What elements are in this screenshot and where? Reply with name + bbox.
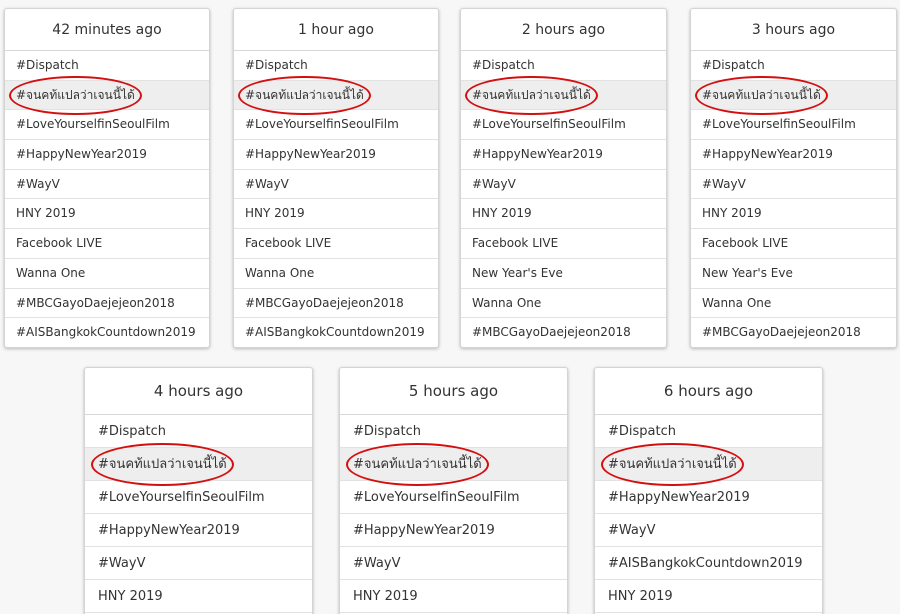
trend-item[interactable]: HNY 2019 bbox=[85, 580, 312, 613]
trend-item[interactable]: #Dispatch bbox=[234, 51, 438, 81]
trend-item[interactable]: New Year's Eve bbox=[691, 259, 896, 289]
panel-time-header: 42 minutes ago bbox=[5, 9, 209, 51]
trend-item[interactable]: #HappyNewYear2019 bbox=[595, 481, 822, 514]
trend-item[interactable]: #WayV bbox=[85, 547, 312, 580]
trend-panel: 4 hours ago #Dispatch #จนคท้แปลว่าเจนนี้… bbox=[84, 367, 313, 614]
trend-item[interactable]: Facebook LIVE bbox=[5, 229, 209, 259]
panel-time-header: 2 hours ago bbox=[461, 9, 666, 51]
trend-panel: 2 hours ago #Dispatch #จนคท้แปลว่าเจนนี้… bbox=[460, 8, 667, 348]
trend-item[interactable]: #WayV bbox=[234, 170, 438, 200]
trend-item[interactable]: #WayV bbox=[340, 547, 567, 580]
trend-item[interactable]: #HappyNewYear2019 bbox=[461, 140, 666, 170]
trend-item[interactable]: #HappyNewYear2019 bbox=[691, 140, 896, 170]
trend-item[interactable]: HNY 2019 bbox=[5, 199, 209, 230]
trend-item[interactable]: #HappyNewYear2019 bbox=[234, 140, 438, 170]
trend-item[interactable]: #MBCGayoDaejejeon2018 bbox=[691, 318, 896, 347]
trend-item[interactable]: #Dispatch bbox=[691, 51, 896, 81]
trend-item[interactable]: #MBCGayoDaejejeon2018 bbox=[5, 289, 209, 319]
trend-item[interactable]: HNY 2019 bbox=[595, 580, 822, 613]
trend-item[interactable]: #LoveYourselfinSeoulFilm bbox=[691, 110, 896, 141]
trend-item[interactable]: HNY 2019 bbox=[691, 199, 896, 230]
trend-panel: 5 hours ago #Dispatch #จนคท้แปลว่าเจนนี้… bbox=[339, 367, 568, 614]
trends-history-grid: 42 minutes ago #Dispatch #จนคท้แปลว่าเจน… bbox=[0, 0, 900, 614]
trend-item[interactable]: #LoveYourselfinSeoulFilm bbox=[461, 110, 666, 141]
trend-item[interactable]: #AISBangkokCountdown2019 bbox=[234, 318, 438, 347]
trend-item[interactable]: New Year's Eve bbox=[461, 259, 666, 289]
trend-item[interactable]: #WayV bbox=[595, 514, 822, 547]
trend-item[interactable]: #LoveYourselfinSeoulFilm bbox=[340, 481, 567, 514]
trend-item[interactable]: #MBCGayoDaejejeon2018 bbox=[461, 318, 666, 347]
trend-item-highlighted[interactable]: #จนคท้แปลว่าเจนนี้ได้ bbox=[461, 75, 666, 116]
trend-item[interactable]: #LoveYourselfinSeoulFilm bbox=[234, 110, 438, 141]
trend-item-highlighted[interactable]: #จนคท้แปลว่าเจนนี้ได้ bbox=[595, 443, 822, 486]
trend-item[interactable]: #Dispatch bbox=[595, 415, 822, 448]
trend-item[interactable]: Facebook LIVE bbox=[234, 229, 438, 259]
trend-item[interactable]: #HappyNewYear2019 bbox=[340, 514, 567, 547]
trend-item-highlighted[interactable]: #จนคท้แปลว่าเจนนี้ได้ bbox=[340, 443, 567, 486]
trend-item[interactable]: Wanna One bbox=[5, 259, 209, 289]
trend-item[interactable]: #HappyNewYear2019 bbox=[85, 514, 312, 547]
panel-time-header: 4 hours ago bbox=[85, 368, 312, 415]
trend-item[interactable]: HNY 2019 bbox=[234, 199, 438, 230]
trend-item[interactable]: Wanna One bbox=[691, 289, 896, 319]
trend-item[interactable]: #LoveYourselfinSeoulFilm bbox=[5, 110, 209, 141]
trend-item[interactable]: #WayV bbox=[691, 170, 896, 200]
trend-item[interactable]: Wanna One bbox=[234, 259, 438, 289]
trend-item[interactable]: Facebook LIVE bbox=[691, 229, 896, 259]
trend-panel: 3 hours ago #Dispatch #จนคท้แปลว่าเจนนี้… bbox=[690, 8, 897, 348]
trend-panel: 1 hour ago #Dispatch #จนคท้แปลว่าเจนนี้ไ… bbox=[233, 8, 439, 348]
trend-panel: 42 minutes ago #Dispatch #จนคท้แปลว่าเจน… bbox=[4, 8, 210, 348]
trend-item-highlighted[interactable]: #จนคท้แปลว่าเจนนี้ได้ bbox=[5, 75, 209, 116]
trend-item[interactable]: #LoveYourselfinSeoulFilm bbox=[85, 481, 312, 514]
panel-time-header: 6 hours ago bbox=[595, 368, 822, 415]
trend-item[interactable]: #Dispatch bbox=[340, 415, 567, 448]
trend-item-highlighted[interactable]: #จนคท้แปลว่าเจนนี้ได้ bbox=[85, 443, 312, 486]
panel-time-header: 1 hour ago bbox=[234, 9, 438, 51]
trend-item-highlighted[interactable]: #จนคท้แปลว่าเจนนี้ได้ bbox=[234, 75, 438, 116]
trend-item[interactable]: #Dispatch bbox=[5, 51, 209, 81]
panel-time-header: 5 hours ago bbox=[340, 368, 567, 415]
trend-item[interactable]: #AISBangkokCountdown2019 bbox=[595, 547, 822, 580]
trend-item[interactable]: Wanna One bbox=[461, 289, 666, 319]
trend-item[interactable]: #HappyNewYear2019 bbox=[5, 140, 209, 170]
trend-item[interactable]: #AISBangkokCountdown2019 bbox=[5, 318, 209, 347]
trend-item[interactable]: #MBCGayoDaejejeon2018 bbox=[234, 289, 438, 319]
panel-time-header: 3 hours ago bbox=[691, 9, 896, 51]
trend-item[interactable]: #Dispatch bbox=[461, 51, 666, 81]
trend-panel: 6 hours ago #Dispatch #จนคท้แปลว่าเจนนี้… bbox=[594, 367, 823, 614]
trend-item[interactable]: #WayV bbox=[461, 170, 666, 200]
trend-item-highlighted[interactable]: #จนคท้แปลว่าเจนนี้ได้ bbox=[691, 75, 896, 116]
trend-item[interactable]: #Dispatch bbox=[85, 415, 312, 448]
trend-item[interactable]: #WayV bbox=[5, 170, 209, 200]
trend-item[interactable]: HNY 2019 bbox=[340, 580, 567, 613]
trend-item[interactable]: HNY 2019 bbox=[461, 199, 666, 230]
trend-item[interactable]: Facebook LIVE bbox=[461, 229, 666, 259]
